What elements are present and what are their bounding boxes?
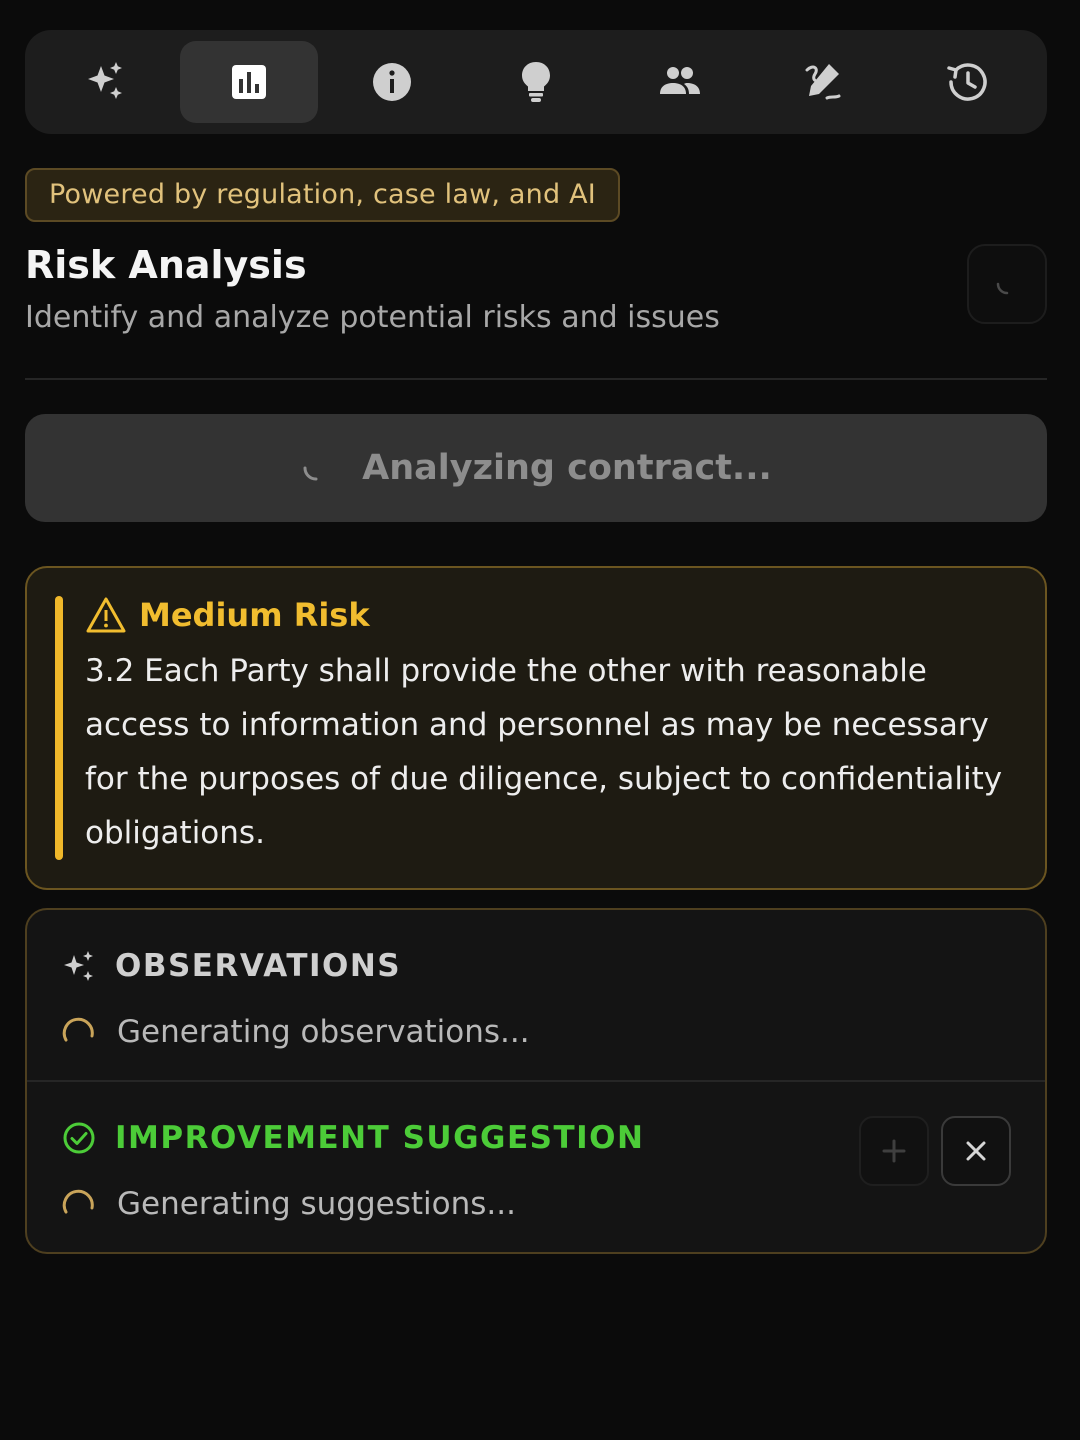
refresh-button[interactable] [967,244,1047,324]
sparkles-icon [88,62,122,99]
sparkles-icon [64,951,93,981]
close-icon [966,1141,986,1161]
warning-icon [86,597,126,633]
spinner-icon [996,282,1009,295]
observations-loading-text: Generating observations... [117,1014,530,1050]
dismiss-suggestion-button[interactable] [941,1116,1011,1186]
people-icon [659,67,700,94]
analysis-card: OBSERVATIONS Generating observations... … [25,908,1047,1254]
observations-title: OBSERVATIONS [115,948,402,984]
divider [25,378,1047,380]
improvement-loading-text: Generating suggestions... [117,1186,516,1222]
tab-ai-assistant[interactable] [36,41,174,123]
tab-drafting[interactable] [754,41,892,123]
add-suggestion-button[interactable] [859,1116,929,1186]
spinner-icon [303,466,318,481]
risk-clause-text: 3.2 Each Party shall provide the other w… [85,653,1003,851]
lightbulb-icon [521,62,550,102]
analyze-button-label: Analyzing contract... [362,448,772,488]
loading-spinner-icon [62,1017,94,1042]
analyze-button[interactable]: Analyzing contract... [25,414,1047,522]
bar-chart-icon [231,65,266,99]
tab-risk-analysis[interactable] [179,41,318,123]
powered-by-badge: Powered by regulation, case law, and AI [25,168,620,222]
draw-icon [805,64,841,100]
page-header: Risk Analysis Identify and analyze poten… [25,240,1047,338]
plus-icon [882,1139,906,1163]
tab-bar [25,30,1047,134]
loading-spinner-icon [62,1189,94,1214]
observations-section: OBSERVATIONS Generating observations... [27,910,1045,1080]
improvement-section: IMPROVEMENT SUGGESTION Generating sugges… [27,1080,1045,1252]
suggestion-actions [859,1116,1011,1186]
tab-parties[interactable] [611,41,749,123]
risk-level-label: Medium Risk [139,596,370,634]
risk-analysis-panel: Powered by regulation, case law, and AI … [0,0,1080,1440]
tab-info[interactable] [323,41,461,123]
risk-level-bar [55,596,63,860]
page-subtitle: Identify and analyze potential risks and… [25,300,720,335]
tab-ideas[interactable] [467,41,605,123]
check-circle-icon [63,1122,95,1154]
info-icon [373,63,412,101]
page-title: Risk Analysis [25,243,307,287]
risk-card: Medium Risk 3.2 Each Party shall provide… [25,566,1047,890]
history-icon [947,63,987,101]
improvement-title: IMPROVEMENT SUGGESTION [115,1120,645,1156]
tab-history[interactable] [898,41,1036,123]
